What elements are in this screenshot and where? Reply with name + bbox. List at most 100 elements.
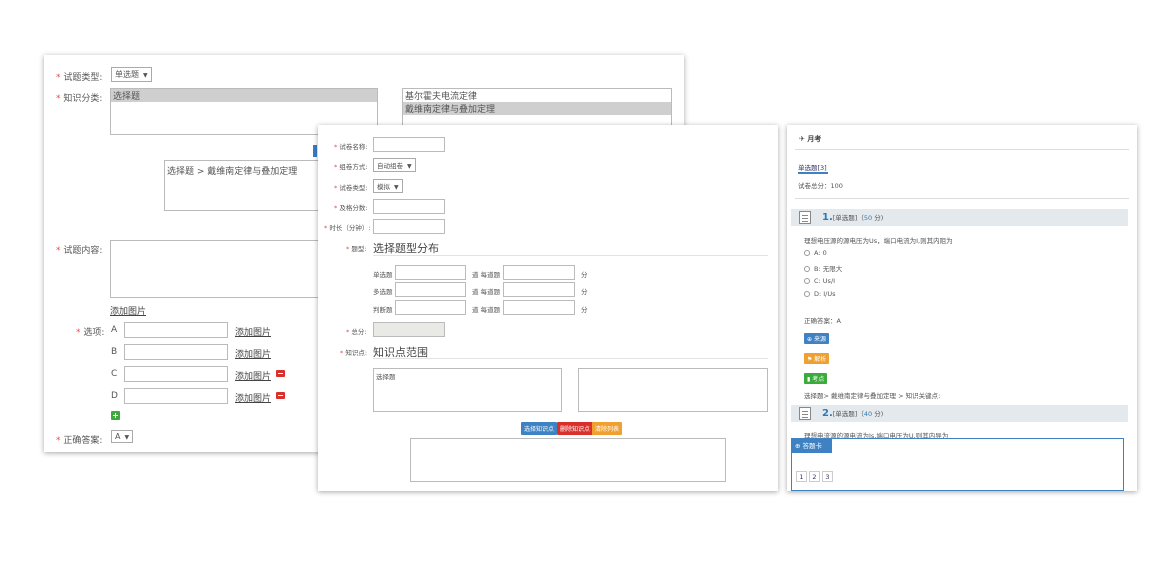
option-letter: C	[111, 369, 118, 379]
row-unit-label: 分	[581, 271, 588, 279]
divider	[795, 198, 1129, 199]
page-button[interactable]: 2	[809, 471, 820, 482]
source-tag[interactable]: ⊕ 来源	[804, 333, 829, 344]
option-item[interactable]: C: Us/I	[804, 277, 835, 285]
knowledge-item[interactable]: 选择题	[374, 369, 561, 383]
knowledge-right-item[interactable]: 戴维南定律与叠加定理	[403, 102, 671, 115]
content-textarea[interactable]	[110, 240, 320, 298]
remove-option-icon[interactable]	[276, 370, 285, 377]
row-per-label: 道 每道题	[472, 288, 501, 296]
divider	[795, 149, 1129, 150]
option-add-image-link[interactable]: 添加图片	[235, 325, 271, 338]
question-1-path: 选择题> 戴维南定律与叠加定理 > 知识关键点:	[804, 392, 941, 400]
question-2-title: 2.[单选题]（40 分)	[822, 408, 884, 419]
score-input[interactable]	[503, 282, 575, 297]
answer-card-pages: 123	[796, 464, 835, 483]
analysis-tag[interactable]: ⚑ 解析	[804, 353, 830, 364]
pass-score-input[interactable]	[373, 199, 445, 214]
correct-answer-text: 正确答案：A	[804, 317, 841, 325]
option-input-a[interactable]	[124, 322, 228, 338]
clear-list-button[interactable]: 清除列表	[592, 422, 623, 435]
count-input[interactable]	[395, 265, 466, 280]
score-input[interactable]	[503, 265, 575, 280]
option-input-b[interactable]	[124, 344, 228, 360]
option-item[interactable]: B: 无限大	[804, 263, 842, 273]
page-button[interactable]: 3	[822, 471, 833, 482]
result-textarea[interactable]	[410, 438, 726, 482]
option-add-image-link[interactable]: 添加图片	[235, 391, 271, 404]
exam-title: ✈ 月考	[799, 135, 822, 143]
knowledge-right-list[interactable]: 基尔霍夫电流定律 戴维南定律与叠加定理	[402, 88, 672, 128]
option-add-image-link[interactable]: 添加图片	[235, 369, 271, 382]
document-icon	[799, 211, 811, 224]
option-add-image-link[interactable]: 添加图片	[235, 347, 271, 360]
answer-select[interactable]: A ▼	[111, 430, 134, 443]
option-input-d[interactable]	[124, 388, 228, 404]
add-image-link[interactable]: 添加图片	[110, 304, 146, 317]
plus-circle-icon: ⊕	[807, 336, 814, 343]
add-option-icon[interactable]	[111, 411, 120, 420]
duration-input[interactable]	[373, 219, 445, 234]
answer-card-header: ⊕ 答题卡	[792, 439, 832, 453]
answer-label: * 正确答案:	[56, 436, 103, 446]
knowledge-path-box: 选择题 > 戴维南定律与叠加定理	[164, 160, 324, 211]
page-button[interactable]: 1	[796, 471, 807, 482]
plus-circle-icon: ⊕	[795, 442, 803, 450]
points-tag[interactable]: ▮ 考点	[804, 373, 828, 384]
remove-option-icon[interactable]	[276, 392, 285, 399]
paper-compose-panel: * 试卷名称: * 组卷方式: 自动组卷 ▼ * 试卷类型: 模拟 ▼ * 及格分数…	[318, 125, 778, 491]
chevron-down-icon: ▼	[407, 163, 412, 170]
paper-type-label: * 试卷类型:	[334, 184, 368, 192]
knowledge-right-item[interactable]: 基尔霍夫电流定律	[403, 89, 671, 102]
radio-icon[interactable]	[804, 250, 810, 256]
exam-preview-panel: ✈ 月考 单选题[3] 试卷总分：100 1.[单选题]（50 分) 理想电压源…	[787, 125, 1137, 491]
divider	[373, 255, 768, 256]
paper-name-input[interactable]	[373, 137, 445, 152]
knowledge-label: * 知识点:	[340, 349, 368, 357]
select-knowledge-button[interactable]: 选择知识点	[521, 422, 558, 435]
chevron-down-icon: ▼	[394, 184, 399, 191]
radio-icon[interactable]	[804, 266, 810, 272]
paper-name-label: * 试卷名称:	[334, 143, 368, 151]
divider	[373, 358, 768, 359]
option-letter: B	[111, 347, 118, 357]
answer-card: ⊕ 答题卡 123	[791, 438, 1124, 491]
question-type-title: 选择题型分布	[373, 242, 439, 255]
row-label: 单选题	[373, 271, 393, 279]
paper-type-select[interactable]: 模拟 ▼	[373, 179, 403, 193]
compose-select[interactable]: 自动组卷 ▼	[373, 158, 416, 172]
radio-icon[interactable]	[804, 291, 810, 297]
row-unit-label: 分	[581, 306, 588, 314]
compose-label: * 组卷方式:	[334, 163, 368, 171]
question-type-label: * 题型:	[346, 245, 367, 253]
duration-label: * 时长（分钟）:	[324, 224, 371, 232]
score-input[interactable]	[503, 300, 575, 315]
knowledge-left-item[interactable]: 选择题	[111, 89, 377, 102]
question-type-select[interactable]: 单选题 ▼	[111, 67, 152, 82]
option-input-c[interactable]	[124, 366, 228, 382]
row-unit-label: 分	[581, 288, 588, 296]
knowledge-path-text: 选择题 > 戴维南定律与叠加定理	[167, 167, 298, 177]
delete-knowledge-button[interactable]: 删除知识点	[557, 422, 594, 435]
knowledge-right-list[interactable]	[578, 368, 768, 412]
document-icon	[799, 407, 811, 420]
count-input[interactable]	[395, 282, 466, 297]
pass-score-label: * 及格分数:	[334, 204, 368, 212]
option-letter: A	[111, 325, 118, 335]
option-item[interactable]: A: 0	[804, 249, 827, 257]
option-letter: D	[111, 391, 118, 401]
tab-single-choice[interactable]: 单选题[3]	[798, 162, 827, 172]
total-label: * 总分:	[346, 328, 367, 336]
row-label: 多选题	[373, 288, 393, 296]
radio-icon[interactable]	[804, 278, 810, 284]
knowledge-label: * 知识分类:	[56, 94, 103, 104]
option-item[interactable]: D: I/Us	[804, 290, 836, 298]
total-score-text: 试卷总分：100	[798, 182, 843, 190]
question-type-label: * 试题类型:	[56, 73, 103, 83]
content-label: * 试题内容:	[56, 246, 103, 256]
knowledge-left-list[interactable]: 选择题	[373, 368, 562, 412]
tab-underline	[798, 172, 828, 174]
scroll-marker	[313, 145, 317, 157]
count-input[interactable]	[395, 300, 466, 315]
chevron-down-icon: ▼	[143, 72, 148, 79]
